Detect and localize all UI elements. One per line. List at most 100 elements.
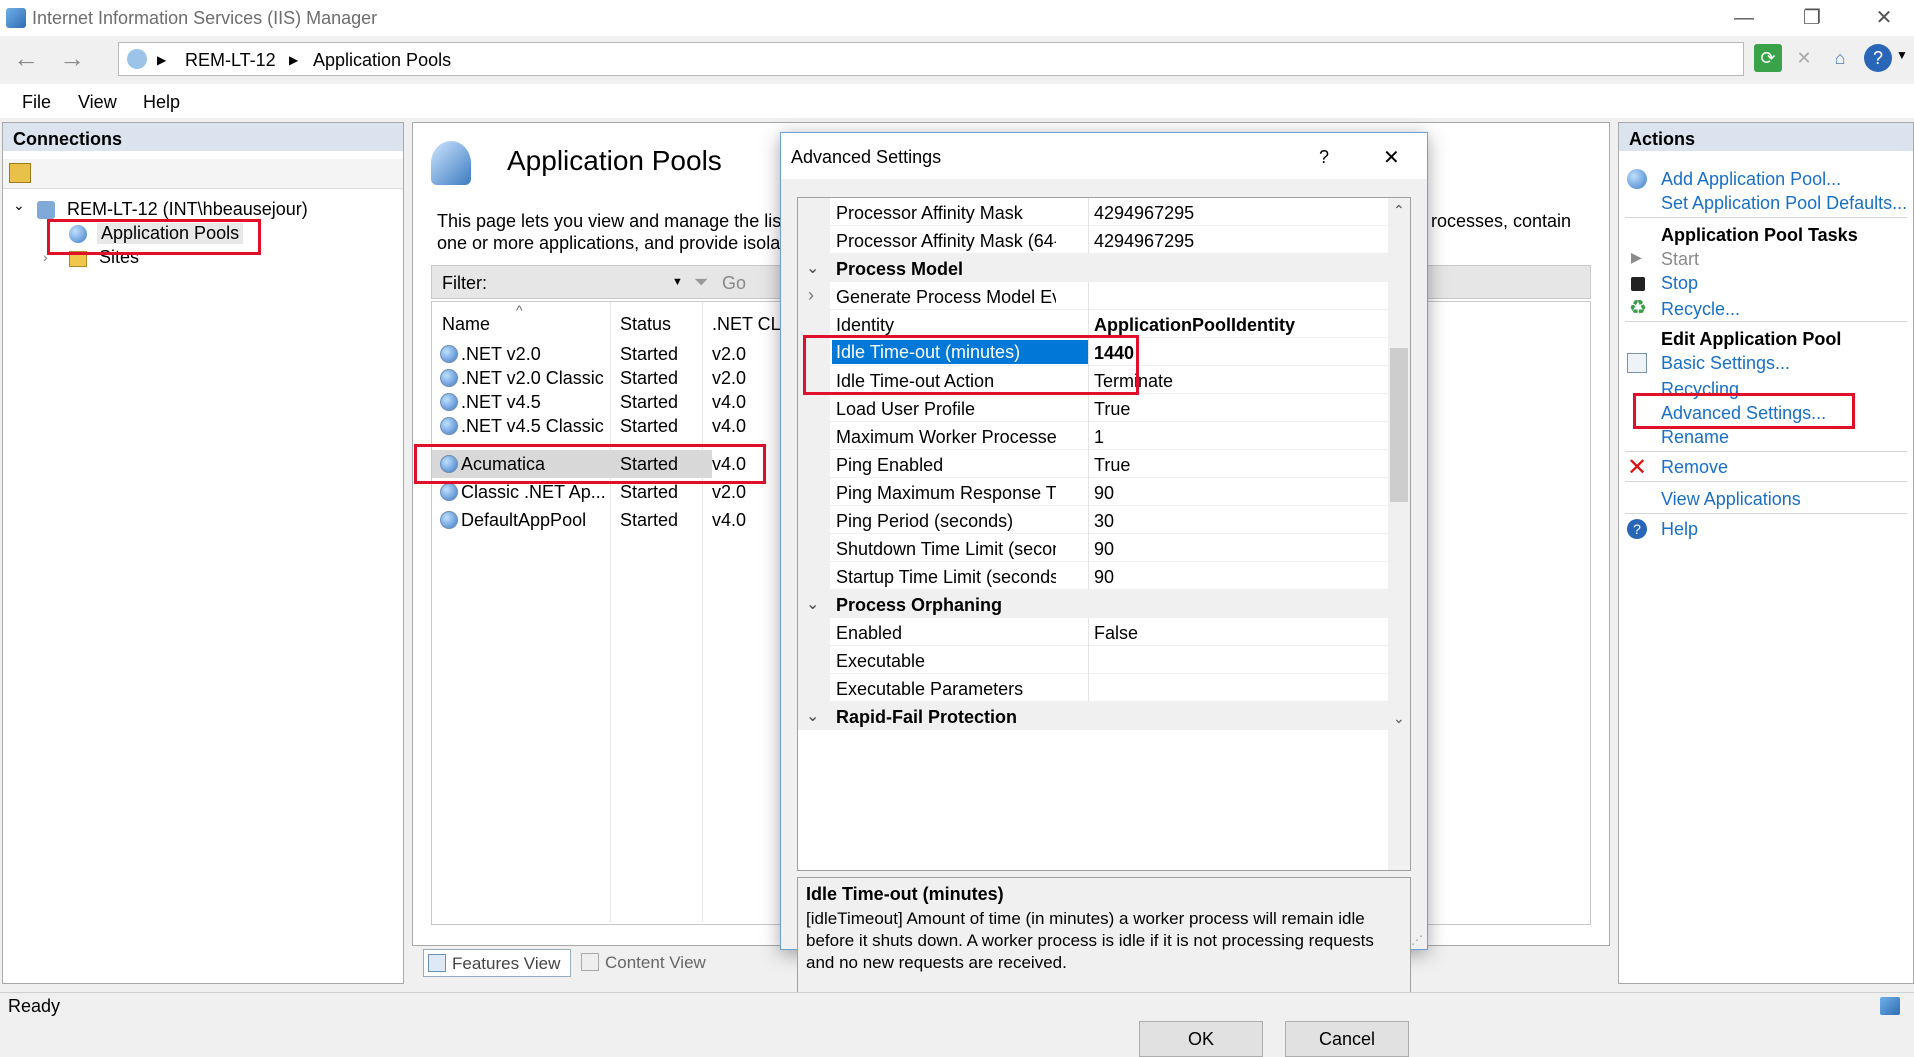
stop-link[interactable]: Stop	[1661, 273, 1698, 294]
basic-settings-link[interactable]: Basic Settings...	[1661, 353, 1790, 374]
dialog-close-icon[interactable]: ✕	[1383, 145, 1400, 170]
property-name: Shutdown Time Limit (seconds)	[836, 539, 1056, 559]
property-name: Ping Enabled	[836, 455, 944, 475]
row-clr: v2.0	[712, 368, 747, 388]
property-row[interactable]: Startup Time Limit (seconds) 90	[798, 562, 1388, 590]
property-value[interactable]: 30	[1094, 511, 1114, 532]
minimize-icon[interactable]: —	[1716, 2, 1772, 34]
page-description-2: one or more applications, and provide is…	[437, 233, 781, 253]
remove-link[interactable]: Remove	[1661, 457, 1728, 478]
app-pool-icon	[440, 369, 458, 387]
property-row[interactable]: Ping Period (seconds) 30	[798, 506, 1388, 534]
set-pool-defaults-link[interactable]: Set Application Pool Defaults...	[1661, 193, 1907, 214]
help-link[interactable]: Help	[1661, 519, 1698, 540]
property-value[interactable]: 90	[1094, 483, 1114, 504]
dialog-title: Advanced Settings	[791, 147, 942, 167]
forward-arrow-icon[interactable]: →	[52, 40, 92, 78]
collapse-chevron-icon[interactable]: ⌄	[806, 706, 819, 726]
resize-grip-icon[interactable]: ⋰	[1411, 933, 1423, 947]
property-value[interactable]: True	[1094, 399, 1130, 420]
property-row[interactable]: Processor Affinity Mask (64-bit c 4294967…	[798, 226, 1388, 254]
property-row[interactable]: Enabled False	[798, 618, 1388, 646]
property-row[interactable]: Executable Parameters	[798, 674, 1388, 702]
dialog-help-button[interactable]: ?	[1319, 147, 1329, 168]
features-view-tab[interactable]: Features View	[423, 949, 571, 977]
menu-view[interactable]: View	[78, 92, 117, 113]
help-icon[interactable]: ?	[1864, 44, 1892, 72]
row-status: Started	[620, 344, 679, 364]
actions-panel: Actions Add Application Pool... Set Appl…	[1618, 122, 1914, 984]
row-status: Started	[620, 392, 679, 412]
start-link[interactable]: Start	[1661, 249, 1699, 270]
view-applications-link[interactable]: View Applications	[1661, 489, 1801, 510]
property-row[interactable]: Ping Maximum Response Time (90	[798, 478, 1388, 506]
content-view-tab[interactable]: Content View	[577, 949, 727, 977]
breadcrumb-app-pools[interactable]: Application Pools	[313, 50, 451, 71]
property-value[interactable]: 4294967295	[1094, 231, 1194, 252]
property-value[interactable]: 90	[1094, 567, 1114, 588]
scroll-down-icon[interactable]: ⌄	[1393, 710, 1405, 727]
filter-dropdown-icon[interactable]: ▼	[672, 276, 683, 288]
tree-server-node[interactable]: REM-LT-12 (INT\hbeausejour)	[67, 199, 308, 220]
home-icon[interactable]: ⌂	[1826, 44, 1854, 72]
property-row[interactable]: Ping Enabled True	[798, 450, 1388, 478]
basic-settings-icon	[1627, 353, 1647, 373]
scroll-up-icon[interactable]: ⌃	[1393, 202, 1405, 219]
row-name: .NET v2.0 Classic	[440, 368, 604, 389]
property-name: Ping Period (seconds)	[836, 511, 1014, 531]
breadcrumb-sep-icon: ▶	[289, 53, 299, 67]
property-value[interactable]: 4294967295	[1094, 203, 1194, 224]
category-row[interactable]: ⌄ Process Model	[798, 254, 1388, 282]
create-connection-icon[interactable]	[9, 163, 31, 183]
scroll-thumb[interactable]	[1390, 348, 1408, 502]
cancel-button[interactable]: Cancel	[1285, 1021, 1409, 1057]
menu-help[interactable]: Help	[143, 92, 180, 113]
property-value[interactable]: True	[1094, 455, 1130, 476]
property-row[interactable]: Load User Profile True	[798, 394, 1388, 422]
property-row[interactable]: Shutdown Time Limit (seconds) 90	[798, 534, 1388, 562]
sort-arrow-icon: ^	[516, 302, 523, 318]
ok-button[interactable]: OK	[1139, 1021, 1263, 1057]
property-row[interactable]: Maximum Worker Processes 1	[798, 422, 1388, 450]
col-name-header[interactable]: Name	[442, 314, 490, 335]
content-view-label: Content View	[605, 953, 706, 972]
help-dropdown-icon[interactable]: ▼	[1896, 48, 1908, 62]
menu-file[interactable]: File	[22, 92, 51, 113]
restore-icon[interactable]: ❐	[1784, 2, 1840, 34]
property-value[interactable]: 1	[1094, 427, 1104, 448]
app-pool-icon	[440, 417, 458, 435]
refresh-icon[interactable]: ⟳	[1754, 44, 1782, 72]
property-row[interactable]: Processor Affinity Mask 4294967295	[798, 198, 1388, 226]
server-node-icon	[37, 201, 55, 219]
col-status-header[interactable]: Status	[620, 314, 671, 335]
back-arrow-icon[interactable]: ←	[6, 40, 46, 78]
breadcrumb[interactable]: ▶ REM-LT-12 ▶ Application Pools	[118, 42, 1744, 76]
add-application-pool-link[interactable]: Add Application Pool...	[1661, 169, 1841, 190]
stop-icon[interactable]: ✕	[1790, 44, 1818, 72]
features-view-label: Features View	[452, 954, 561, 973]
property-row[interactable]: › Generate Process Model Event L	[798, 282, 1388, 310]
property-description: Idle Time-out (minutes) [idleTimeout] Am…	[797, 877, 1411, 1001]
rename-link[interactable]: Rename	[1661, 427, 1729, 448]
close-icon[interactable]: ✕	[1856, 2, 1912, 34]
property-value[interactable]: False	[1094, 623, 1138, 644]
property-value[interactable]: ApplicationPoolIdentity	[1094, 315, 1295, 336]
collapse-chevron-icon[interactable]: ⌄	[806, 594, 819, 614]
collapse-chevron-icon[interactable]: ⌄	[806, 258, 819, 278]
recycle-link[interactable]: Recycle...	[1661, 299, 1740, 320]
row-name: .NET v4.5	[440, 392, 541, 413]
category-row[interactable]: ⌄ Process Orphaning	[798, 590, 1388, 618]
breadcrumb-server[interactable]: REM-LT-12	[185, 50, 276, 71]
property-value[interactable]: 90	[1094, 539, 1114, 560]
header-separator	[702, 302, 703, 922]
col-clr-header[interactable]: .NET CL	[712, 314, 781, 335]
category-row[interactable]: ⌄ Rapid-Fail Protection	[798, 702, 1388, 730]
server-icon	[127, 49, 147, 69]
grid-scrollbar[interactable]: ⌃ ⌄	[1388, 198, 1410, 870]
go-button[interactable]: Go	[722, 273, 746, 294]
property-row[interactable]: Executable	[798, 646, 1388, 674]
expand-chevron-icon[interactable]: ›	[808, 285, 814, 306]
property-row[interactable]: Identity ApplicationPoolIdentity	[798, 310, 1388, 338]
collapse-chevron-icon[interactable]: ⌄	[13, 197, 25, 214]
property-name: Executable	[836, 651, 926, 671]
